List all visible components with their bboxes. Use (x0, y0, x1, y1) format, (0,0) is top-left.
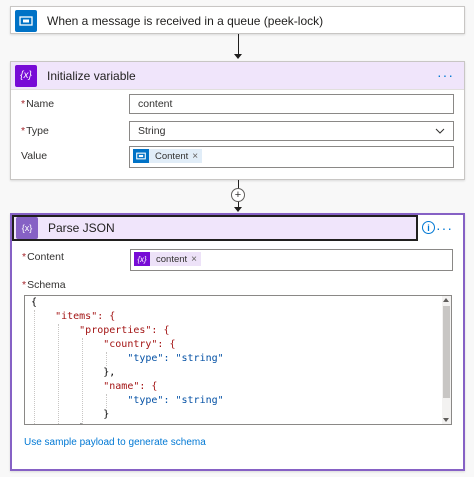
connector-arrow (234, 207, 242, 212)
content-token[interactable]: Content × (133, 149, 203, 163)
trigger-title: When a message is received in a queue (p… (47, 14, 324, 28)
token-label: Content (155, 150, 189, 162)
initialize-variable-header[interactable]: {x} Initialize variable ··· (11, 62, 464, 90)
variable-icon: {x} (134, 252, 150, 266)
schema-label-row: *Schema (22, 277, 453, 293)
content-row: *Content {x} content × (22, 249, 453, 271)
curly-braces-icon: {x} (16, 217, 38, 239)
add-step-button[interactable]: + (231, 188, 245, 202)
type-row: *Type String (21, 121, 454, 143)
sample-payload-link[interactable]: Use sample payload to generate schema (24, 437, 206, 448)
code-line: "type": "string" (31, 395, 224, 406)
more-options-button[interactable]: ··· (436, 221, 453, 235)
code-line: "country": { (31, 339, 176, 350)
code-line: "name": { (31, 381, 158, 392)
token-remove-button[interactable]: × (192, 151, 198, 162)
initialize-variable-card[interactable]: {x} Initialize variable ··· *Name conten… (10, 61, 465, 180)
code-line: }, (31, 367, 116, 378)
connector-arrow (234, 54, 242, 59)
schema-label: *Schema (22, 279, 66, 291)
name-field[interactable]: content (129, 94, 454, 114)
connector-line (238, 34, 239, 54)
scroll-up-icon[interactable] (443, 298, 449, 302)
content-field[interactable]: {x} content × (130, 249, 453, 271)
parse-json-title: Parse JSON (48, 221, 115, 235)
scrollbar-thumb[interactable] (443, 306, 450, 398)
variable-icon: {x} (15, 64, 37, 87)
service-bus-icon (133, 149, 149, 163)
token-remove-button[interactable]: × (191, 254, 197, 265)
schema-editor[interactable]: { "items": { "properties": { "country": … (24, 295, 452, 425)
code-line: }, (31, 422, 91, 424)
editor-scrollbar[interactable] (442, 296, 451, 424)
type-label: *Type (21, 125, 49, 137)
info-icon[interactable]: i (422, 221, 435, 234)
code-line: "properties": { (31, 325, 170, 336)
name-row: *Name content (21, 94, 454, 116)
parse-json-header[interactable]: {x} Parse JSON (12, 215, 418, 241)
value-label: Value (21, 150, 48, 162)
content-label: *Content (22, 251, 64, 263)
content-variable-token[interactable]: {x} content × (134, 252, 202, 266)
code-line: { (31, 297, 38, 308)
initialize-variable-title: Initialize variable (47, 68, 136, 83)
service-bus-icon (15, 10, 37, 32)
value-field[interactable]: Content × (129, 146, 454, 168)
trigger-card[interactable]: When a message is received in a queue (p… (10, 6, 465, 34)
name-label: *Name (21, 98, 55, 110)
scroll-down-icon[interactable] (443, 418, 449, 422)
code-line: } (31, 409, 110, 420)
token-label: content (156, 253, 188, 265)
value-row: Value Content × (21, 146, 454, 170)
more-options-button[interactable]: ··· (437, 68, 454, 82)
code-line: "type": "string" (31, 353, 224, 364)
chevron-down-icon (435, 128, 445, 134)
trigger-header[interactable]: When a message is received in a queue (p… (11, 7, 464, 35)
code-line: "items": { (31, 311, 116, 322)
type-select[interactable]: String (129, 121, 454, 141)
